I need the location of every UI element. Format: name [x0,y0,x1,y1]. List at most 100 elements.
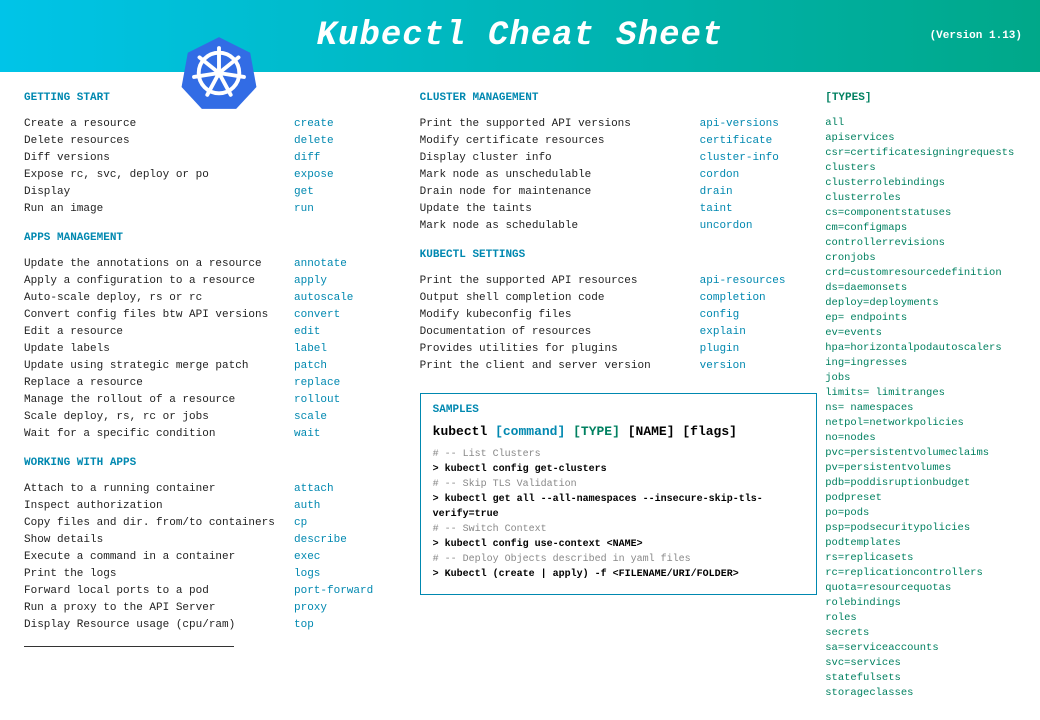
type-item: rs=replicasets [825,551,1024,566]
section-title-cluster-mgmt: CLUSTER MANAGEMENT [420,92,818,104]
command-row: Run an imagerun [24,201,412,218]
type-item: crd=customresourcedefinition [825,266,1024,281]
command-name: proxy [294,600,327,617]
command-desc: Manage the rollout of a resource [24,392,294,409]
command-desc: Run a proxy to the API Server [24,600,294,617]
command-name: create [294,116,334,133]
command-row: Mark node as schedulableuncordon [420,218,818,235]
command-name: port-forward [294,583,373,600]
section-title-samples: SAMPLES [433,404,805,416]
command-desc: Expose rc, svc, deploy or po [24,167,294,184]
command-row: Diff versionsdiff [24,150,412,167]
type-item: limits= limitranges [825,386,1024,401]
command-desc: Forward local ports to a pod [24,583,294,600]
type-item: csr=certificatesigningrequests [825,146,1024,161]
usage-flags: [flags] [682,424,737,439]
type-item: controllerrevisions [825,236,1024,251]
column-middle: CLUSTER MANAGEMENT Print the supported A… [420,92,818,701]
command-row: Apply a configuration to a resourceapply [24,273,412,290]
type-item: rc=replicationcontrollers [825,566,1024,581]
command-name: run [294,201,314,218]
command-name: plugin [700,341,740,358]
type-item: cs=componentstatuses [825,206,1024,221]
type-item: quota=resourcequotas [825,581,1024,596]
command-row: Update using strategic merge patchpatch [24,358,412,375]
command-desc: Show details [24,532,294,549]
command-row: Mark node as unschedulablecordon [420,167,818,184]
command-desc: Mark node as unschedulable [420,167,700,184]
command-row: Attach to a running containerattach [24,481,412,498]
command-desc: Drain node for maintenance [420,184,700,201]
command-row: Update the annotations on a resourceanno… [24,256,412,273]
command-row: Provides utilities for pluginsplugin [420,341,818,358]
sample-comment: # -- List Clusters [433,447,805,462]
command-name: attach [294,481,334,498]
command-name: cp [294,515,307,532]
command-desc: Documentation of resources [420,324,700,341]
usage-type: [TYPE] [573,424,620,439]
sample-comment: # -- Switch Context [433,522,805,537]
sample-code: > Kubectl (create | apply) -f <FILENAME/… [433,567,805,582]
command-row: Create a resourcecreate [24,116,412,133]
command-desc: Update using strategic merge patch [24,358,294,375]
command-desc: Print the logs [24,566,294,583]
type-item: clusters [825,161,1024,176]
type-item: ev=events [825,326,1024,341]
type-item: all [825,116,1024,131]
command-row: Expose rc, svc, deploy or poexpose [24,167,412,184]
page-title: Kubectl Cheat Sheet [317,17,724,55]
command-desc: Display Resource usage (cpu/ram) [24,617,294,634]
type-item: pv=persistentvolumes [825,461,1024,476]
type-item: storageclasses [825,686,1024,701]
command-row: Forward local ports to a podport-forward [24,583,412,600]
command-name: explain [700,324,746,341]
header-banner: Kubectl Cheat Sheet (Version 1.13) [0,0,1040,72]
samples-box: SAMPLES kubectl [command] [TYPE] [NAME] … [420,393,818,595]
sample-comment: # -- Skip TLS Validation [433,477,805,492]
command-row: Convert config files btw API versionscon… [24,307,412,324]
type-item: ds=daemonsets [825,281,1024,296]
section-title-apps-mgmt: APPS MANAGEMENT [24,232,412,244]
command-row: Execute a command in a containerexec [24,549,412,566]
command-desc: Copy files and dir. from/to containers [24,515,294,532]
command-row: Display Resource usage (cpu/ram)top [24,617,412,634]
command-name: exec [294,549,320,566]
type-item: svc=services [825,656,1024,671]
type-item: rolebindings [825,596,1024,611]
command-desc: Print the supported API resources [420,273,700,290]
type-item: cm=configmaps [825,221,1024,236]
command-row: Displayget [24,184,412,201]
command-name: logs [294,566,320,583]
command-desc: Print the client and server version [420,358,700,375]
command-desc: Print the supported API versions [420,116,700,133]
command-row: Inspect authorizationauth [24,498,412,515]
section-kubectl-settings: Print the supported API resourcesapi-res… [420,273,818,375]
type-item: roles [825,611,1024,626]
command-desc: Mark node as schedulable [420,218,700,235]
command-desc: Inspect authorization [24,498,294,515]
kubernetes-logo-icon [180,34,258,112]
command-name: scale [294,409,327,426]
type-item: secrets [825,626,1024,641]
usage-line: kubectl [command] [TYPE] [NAME] [flags] [433,424,805,439]
command-name: drain [700,184,733,201]
type-item: jobs [825,371,1024,386]
command-desc: Diff versions [24,150,294,167]
command-row: Update the taintstaint [420,201,818,218]
command-row: Documentation of resourcesexplain [420,324,818,341]
command-desc: Replace a resource [24,375,294,392]
usage-kubectl: kubectl [433,424,488,439]
command-name: diff [294,150,320,167]
command-name: apply [294,273,327,290]
command-desc: Modify kubeconfig files [420,307,700,324]
command-row: Manage the rollout of a resourcerollout [24,392,412,409]
command-name: label [294,341,327,358]
type-item: sa=serviceaccounts [825,641,1024,656]
command-row: Run a proxy to the API Serverproxy [24,600,412,617]
command-desc: Provides utilities for plugins [420,341,700,358]
command-name: taint [700,201,733,218]
command-desc: Edit a resource [24,324,294,341]
section-cluster-mgmt: Print the supported API versionsapi-vers… [420,116,818,235]
command-name: cordon [700,167,740,184]
command-row: Modify certificate resourcescertificate [420,133,818,150]
